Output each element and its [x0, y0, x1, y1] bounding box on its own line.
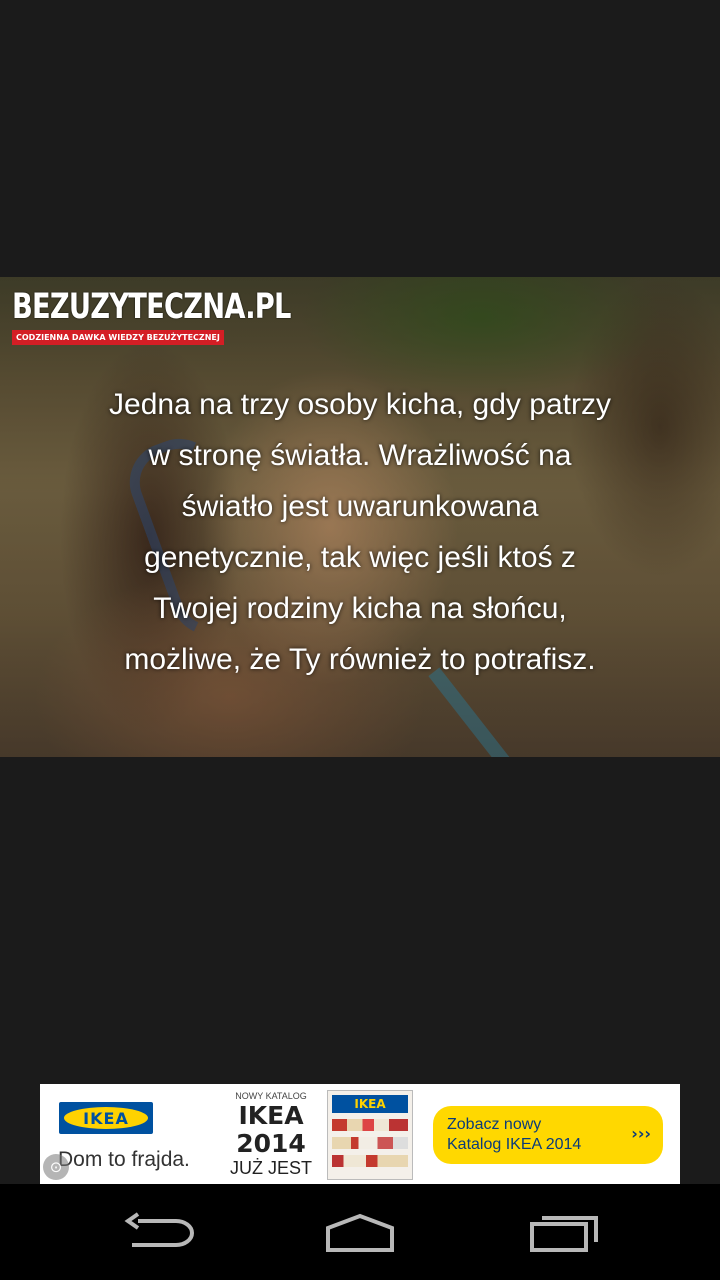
- brand-name: BEZUZYTECZNA.PL: [12, 287, 291, 327]
- fact-line: genetycznie, tak więc jeśli ktoś z: [144, 541, 576, 574]
- fact-line: w stronę światła. Wrażliwość na: [148, 439, 572, 472]
- ad-slogan: Dom to frajda.: [58, 1148, 190, 1171]
- fact-line: Jedna na trzy osoby kicha, gdy patrzy: [109, 388, 611, 421]
- info-icon[interactable]: ⊙: [43, 1154, 69, 1180]
- recent-apps-icon[interactable]: [524, 1204, 604, 1260]
- ikea-logo: IKEA: [59, 1102, 153, 1134]
- see-catalog-button[interactable]: Zobacz nowy Katalog IKEA 2014 ›››: [433, 1106, 663, 1164]
- home-icon[interactable]: [320, 1204, 400, 1260]
- catalog-cover-image: IKEA: [327, 1090, 413, 1180]
- fact-line: możliwe, że Ty również to potrafisz.: [124, 643, 596, 676]
- back-icon[interactable]: [120, 1204, 200, 1260]
- brand-watermark: BEZUZYTECZNA.PL CODZIENNA DAWKA WIEDZY B…: [12, 289, 369, 345]
- catalog-year: 2014: [236, 1129, 306, 1158]
- cta-text: Zobacz nowy Katalog IKEA 2014: [447, 1115, 581, 1155]
- cta-line: Katalog IKEA 2014: [447, 1136, 582, 1153]
- chevrons-right-icon: ›››: [631, 1124, 651, 1143]
- catalog-status: JUŻ JEST: [229, 1158, 312, 1178]
- fact-line: Twojej rodziny kicha na słońcu,: [153, 592, 567, 625]
- cta-line: Zobacz nowy: [447, 1116, 542, 1133]
- catalog-cover-label: IKEA: [354, 1097, 386, 1111]
- catalog-announcement: NOWY KATALOG IKEA 2014 JUŻ JEST: [228, 1090, 314, 1178]
- catalog-cover-shelf: [332, 1119, 408, 1131]
- catalog-brand: IKEA: [238, 1101, 304, 1130]
- ad-banner[interactable]: IKEA Dom to frajda. NOWY KATALOG IKEA 20…: [40, 1084, 680, 1184]
- brand-tagline: CODZIENNA DAWKA WIEDZY BEZUŻYTECZNEJ: [12, 330, 224, 345]
- image-viewer: BEZUZYTECZNA.PL CODZIENNA DAWKA WIEDZY B…: [0, 0, 720, 1184]
- navigation-bar: [0, 1184, 720, 1280]
- catalog-cover-shelf: [332, 1155, 408, 1167]
- fact-image[interactable]: BEZUZYTECZNA.PL CODZIENNA DAWKA WIEDZY B…: [0, 277, 720, 757]
- ikea-logo-text: IKEA: [83, 1108, 129, 1128]
- catalog-cover-shelf: [332, 1137, 408, 1149]
- fact-text: Jedna na trzy osoby kicha, gdy patrzy w …: [60, 379, 660, 685]
- fact-line: światło jest uwarunkowana: [181, 490, 539, 523]
